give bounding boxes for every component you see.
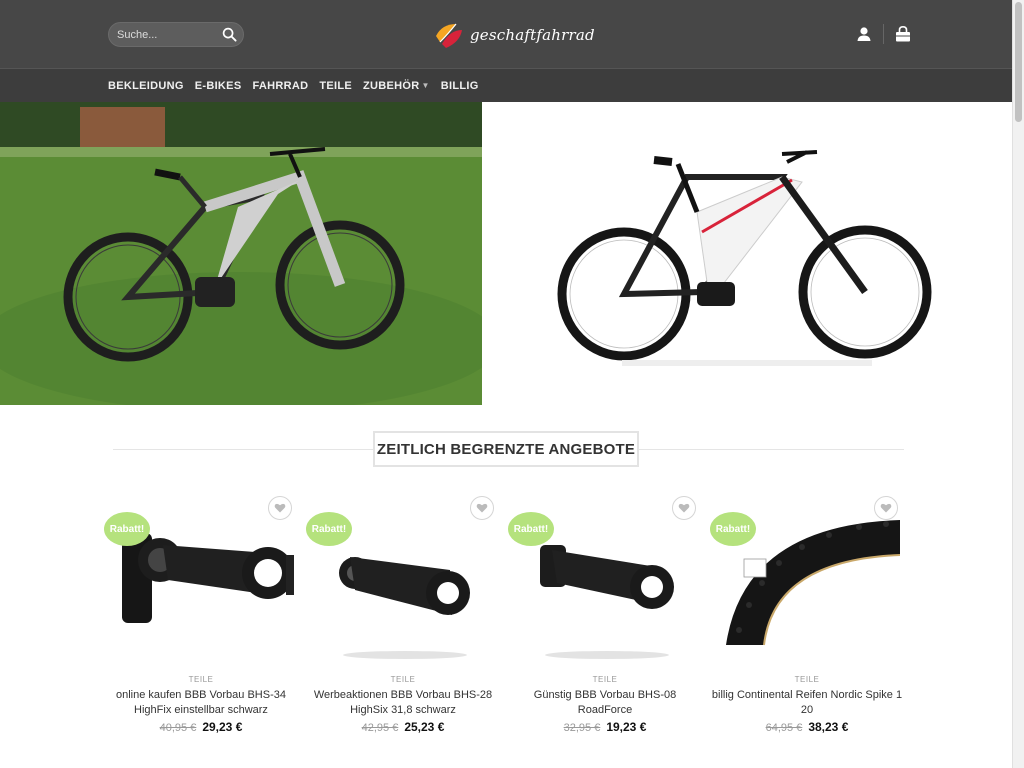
old-price: 40,95 €	[159, 722, 197, 734]
nav-item-fahrrad[interactable]: FAHRRAD	[252, 80, 308, 92]
wishlist-button[interactable]	[268, 496, 292, 520]
nav-label: TEILE	[319, 79, 353, 92]
ebike-studio-photo	[557, 150, 932, 366]
nav-label: BILLIG	[440, 79, 479, 92]
product-price: 40,95 € 29,23 €	[104, 720, 298, 734]
header-actions	[855, 24, 912, 44]
sale-price: 19,23 €	[606, 720, 647, 734]
wishlist-button[interactable]	[470, 496, 494, 520]
product-card[interactable]: Rabatt! TEILE Werbeaktionen BBB Vorbau B…	[306, 491, 500, 761]
product-card[interactable]: Rabatt! TEILE online kaufen BBB Vorbau B…	[104, 491, 298, 761]
sale-badge: Rabatt!	[306, 512, 352, 546]
header: geschaftfahrrad	[0, 0, 1012, 68]
product-price: 32,95 € 19,23 €	[508, 720, 702, 734]
scrollbar-thumb[interactable]	[1015, 2, 1022, 122]
product-category[interactable]: TEILE	[104, 675, 298, 684]
old-price: 42,95 €	[361, 722, 399, 734]
sale-badge: Rabatt!	[710, 512, 756, 546]
hero-image-lawn-ebike[interactable]	[0, 102, 482, 405]
sale-badge: Rabatt!	[508, 512, 554, 546]
product-grid: Rabatt! TEILE online kaufen BBB Vorbau B…	[0, 491, 1012, 768]
product-card[interactable]: Rabatt! TEILE Günstig BBB Vorbau BHS-08 …	[508, 491, 702, 761]
section-title: ZEITLICH BEGRENZTE ANGEBOTE	[373, 431, 639, 467]
sale-price: 29,23 €	[202, 720, 243, 734]
nav-label: E-BIKES	[194, 79, 242, 92]
site-logo[interactable]: geschaftfahrrad	[432, 18, 595, 52]
nav-item-billig[interactable]: BILLIG	[441, 80, 479, 92]
heart-icon	[880, 503, 892, 513]
logo-mark-icon	[436, 23, 462, 48]
ebike-photo	[0, 102, 482, 405]
heart-icon	[274, 503, 286, 513]
nav-label: ZUBEHÖR	[363, 79, 420, 92]
old-price: 32,95 €	[563, 722, 601, 734]
chevron-down-icon: ▼	[421, 81, 430, 90]
sale-price: 25,23 €	[404, 720, 445, 734]
sale-badge: Rabatt!	[104, 512, 150, 546]
product-name[interactable]: Werbeaktionen BBB Vorbau BHS-28 HighSix …	[306, 688, 500, 718]
heart-icon	[476, 503, 488, 513]
nav-item-e-bikes[interactable]: E-BIKES	[195, 80, 242, 92]
wishlist-button[interactable]	[672, 496, 696, 520]
nav-item-bekleidung[interactable]: BEKLEIDUNG	[108, 80, 184, 92]
hero-image-white-ebike[interactable]	[482, 102, 1012, 405]
search-box[interactable]	[108, 22, 244, 47]
header-divider	[883, 24, 884, 44]
page-scrollbar[interactable]	[1012, 0, 1024, 768]
wishlist-button[interactable]	[874, 496, 898, 520]
cart-icon[interactable]	[894, 25, 912, 43]
logo-text: geschaftfahrrad	[470, 26, 595, 44]
section-header: ZEITLICH BEGRENZTE ANGEBOTE	[0, 405, 1012, 491]
page: geschaftfahrrad BEKLEIDUNG E-BIKES FAHRR…	[0, 0, 1012, 768]
nav-label: FAHRRAD	[252, 79, 309, 92]
search-input[interactable]	[109, 23, 219, 46]
search-icon[interactable]	[222, 27, 237, 42]
product-name[interactable]: online kaufen BBB Vorbau BHS-34 HighFix …	[104, 688, 298, 718]
product-category[interactable]: TEILE	[306, 675, 500, 684]
nav-label: BEKLEIDUNG	[108, 79, 184, 92]
nav-item-zubehor[interactable]: ZUBEHÖR ▼	[363, 80, 430, 92]
product-price: 42,95 € 25,23 €	[306, 720, 500, 734]
hero-banner	[0, 102, 1012, 405]
product-name[interactable]: billig Continental Reifen Nordic Spike 1…	[710, 688, 904, 718]
nav-item-teile[interactable]: TEILE	[319, 80, 352, 92]
main-nav: BEKLEIDUNG E-BIKES FAHRRAD TEILE ZUBEHÖR…	[0, 68, 1012, 102]
product-price: 64,95 € 38,23 €	[710, 720, 904, 734]
product-category[interactable]: TEILE	[508, 675, 702, 684]
product-category[interactable]: TEILE	[710, 675, 904, 684]
product-card[interactable]: Rabatt! TEILE billig Continental Reifen …	[710, 491, 904, 761]
user-icon[interactable]	[855, 25, 873, 43]
heart-icon	[678, 503, 690, 513]
old-price: 64,95 €	[765, 722, 803, 734]
sale-price: 38,23 €	[808, 720, 849, 734]
product-name[interactable]: Günstig BBB Vorbau BHS-08 RoadForce	[508, 688, 702, 718]
